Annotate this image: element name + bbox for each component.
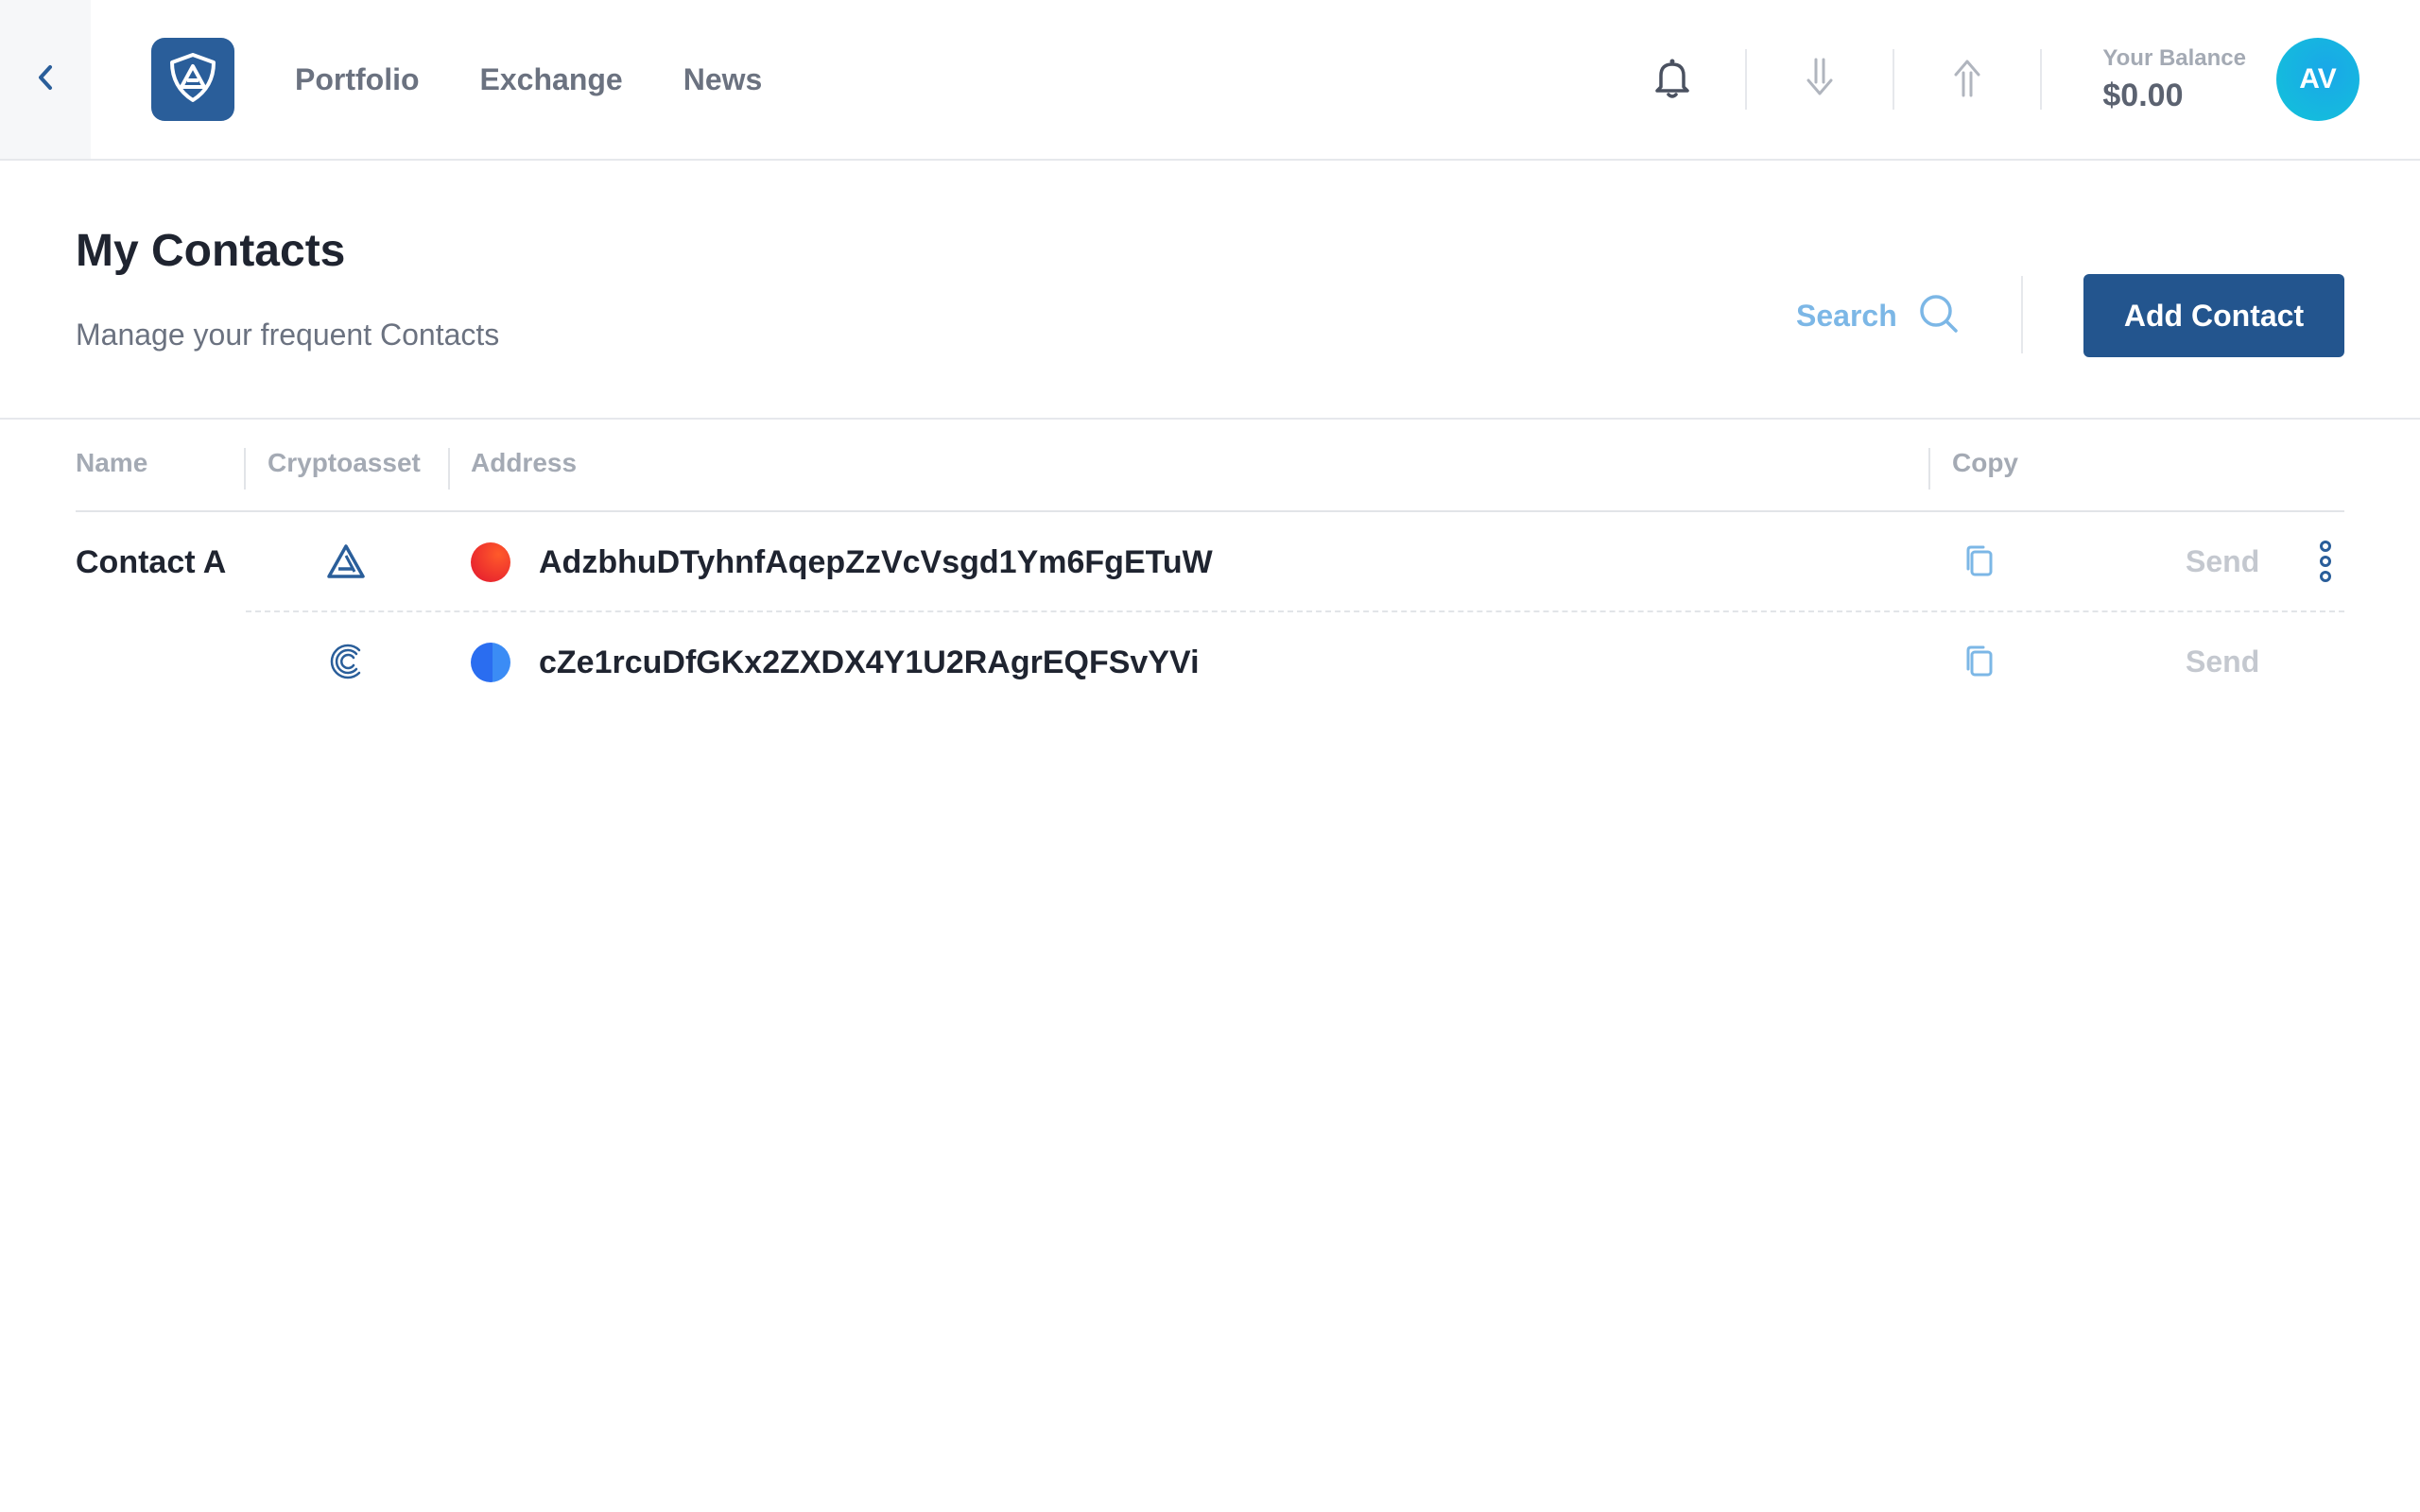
column-header-copy: Copy (1952, 448, 2018, 477)
nav-news[interactable]: News (683, 62, 763, 97)
send-button[interactable]: Send (2186, 644, 2259, 679)
back-button[interactable] (0, 0, 91, 159)
network-indicator (471, 643, 510, 682)
nav-exchange[interactable]: Exchange (480, 62, 623, 97)
nav-actions: Your Balance $0.00 AV (1599, 0, 2420, 159)
ark-icon (325, 541, 367, 582)
network-indicator (471, 542, 510, 582)
table-row: cZe1rcuDfGKx2ZXDX4Y1U2RAgrEQFSvYVi Send (76, 612, 2344, 713)
table-row: Contact A AdzbhuDTyhnfAqepZzVcVsgd1Ym6Fg… (76, 512, 2344, 612)
balance-value: $0.00 (2102, 77, 2184, 113)
nav-divider (2040, 49, 2043, 110)
send-button[interactable]: Send (2186, 544, 2259, 579)
notifications-button[interactable] (1599, 0, 1745, 159)
send-nav-button[interactable] (1894, 0, 2040, 159)
chevron-left-icon (35, 63, 56, 96)
search-label: Search (1796, 299, 1897, 333)
wallet-address: cZe1rcuDfGKx2ZXDX4Y1U2RAgrEQFSvYVi (539, 644, 1200, 680)
page-subtitle: Manage your frequent Contacts (76, 318, 500, 352)
column-separator (244, 448, 246, 490)
contact-name[interactable]: Contact A (76, 544, 226, 581)
nav-portfolio[interactable]: Portfolio (295, 62, 420, 97)
main-nav: Portfolio Exchange News (295, 62, 762, 97)
arrow-down-icon (1804, 56, 1836, 104)
app-logo[interactable] (151, 38, 234, 121)
column-header-cryptoasset: Cryptoasset (268, 448, 421, 477)
column-separator (1928, 448, 1930, 490)
shield-logo-icon (164, 49, 221, 111)
compendia-icon (325, 641, 367, 682)
search-icon (1918, 293, 1960, 339)
avatar[interactable]: AV (2276, 38, 2360, 121)
contacts-table: Name Cryptoasset Address Copy Contact A … (76, 420, 2344, 713)
receive-button[interactable] (1747, 0, 1893, 159)
balance-display: Your Balance $0.00 (2102, 45, 2246, 114)
arrow-up-icon (1951, 56, 1983, 104)
copy-icon[interactable] (1962, 643, 1996, 685)
page-header: My Contacts Manage your frequent Contact… (0, 161, 2420, 420)
column-separator (448, 448, 450, 490)
wallet-address: AdzbhuDTyhnfAqepZzVcVsgd1Ym6FgETuW (539, 544, 1213, 580)
page-title: My Contacts (76, 226, 346, 276)
add-contact-button[interactable]: Add Contact (2083, 274, 2344, 357)
column-header-address: Address (471, 448, 578, 477)
search-button[interactable]: Search (1796, 293, 1960, 339)
column-header-name: Name (76, 448, 148, 477)
top-navigation-bar: Portfolio Exchange News Your Balance $0.… (0, 0, 2420, 161)
bell-icon (1653, 57, 1691, 103)
header-divider (2021, 276, 2023, 353)
more-options-icon[interactable] (2318, 539, 2333, 589)
copy-icon[interactable] (1962, 542, 1996, 585)
table-header: Name Cryptoasset Address Copy (76, 420, 2344, 512)
balance-label: Your Balance (2102, 44, 2246, 71)
